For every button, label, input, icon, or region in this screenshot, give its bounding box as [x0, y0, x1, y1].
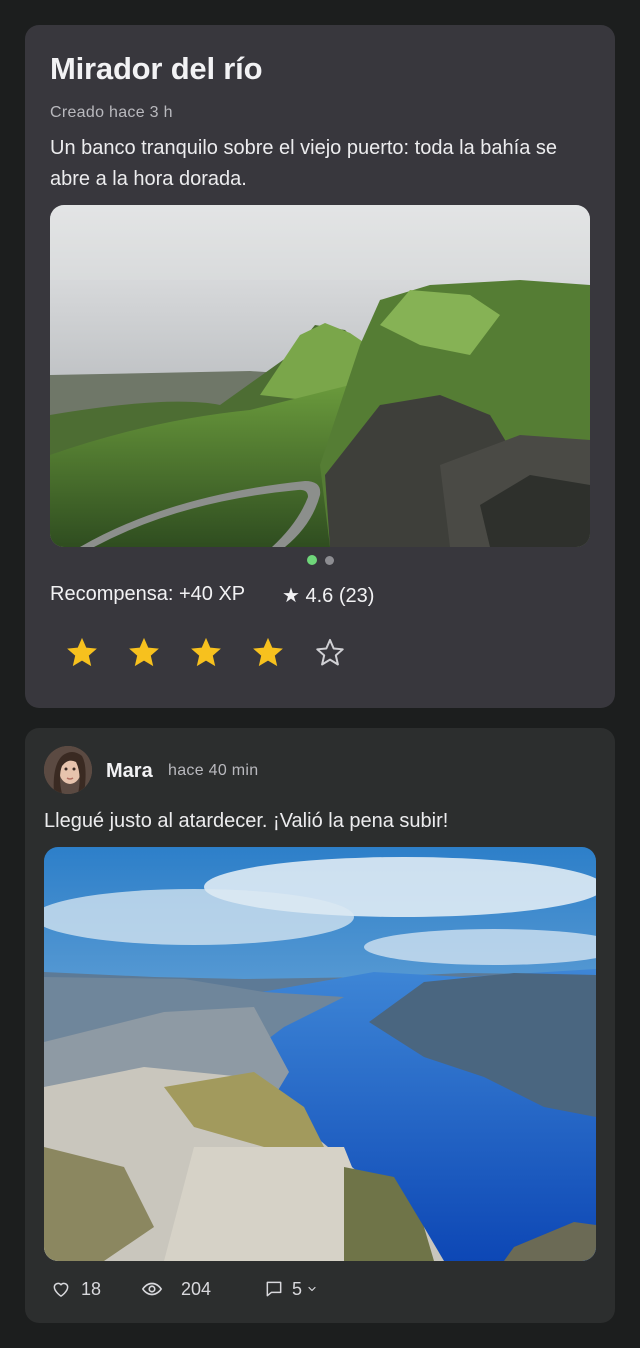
post-photo[interactable] — [44, 847, 596, 1261]
comments-button[interactable]: 5 — [264, 1276, 318, 1302]
carousel-dot[interactable] — [324, 556, 334, 565]
avatar-photo-icon — [44, 746, 92, 794]
spot-description: Un banco tranquilo sobre el viejo puerto… — [50, 137, 558, 190]
star-filled-icon[interactable] — [251, 635, 285, 669]
carousel-indicator[interactable] — [25, 555, 615, 565]
like-button[interactable]: 18 — [51, 1276, 101, 1302]
star-empty-icon[interactable] — [313, 635, 347, 669]
rating-summary: ★ 4.6 (23) — [282, 585, 375, 607]
spot-created-time: Creado hace 3 h — [50, 104, 173, 121]
avatar[interactable] — [44, 746, 92, 794]
post-card: Mara hace 40 min Llegué justo al atardec… — [25, 728, 615, 1323]
star-filled-icon[interactable] — [65, 635, 99, 669]
reward-label: Recompensa: +40 XP — [50, 583, 246, 605]
post-time: hace 40 min — [168, 762, 259, 779]
comments-count: 5 — [292, 1278, 303, 1299]
chevron-down-icon — [308, 1286, 316, 1292]
landscape-photo-fjord — [44, 847, 596, 1261]
like-count: 18 — [81, 1278, 102, 1299]
star-filled-icon[interactable] — [127, 635, 161, 669]
comment-icon — [266, 1281, 282, 1297]
eye-icon — [141, 1282, 163, 1296]
views-indicator: 204 — [141, 1276, 211, 1302]
post-author[interactable]: Mara — [106, 760, 153, 783]
heart-icon — [53, 1282, 69, 1297]
carousel-dot-active[interactable] — [306, 555, 317, 565]
views-count: 204 — [181, 1278, 212, 1299]
spot-card: Mirador del río Creado hace 3 h Un banco… — [25, 25, 615, 708]
spot-title: Mirador del río — [50, 51, 263, 86]
spot-photo[interactable] — [50, 205, 590, 547]
star-filled-icon[interactable] — [189, 635, 223, 669]
post-text: Llegué justo al atardecer. ¡Valió la pen… — [44, 810, 449, 832]
landscape-photo-green-cliffs — [50, 205, 590, 547]
